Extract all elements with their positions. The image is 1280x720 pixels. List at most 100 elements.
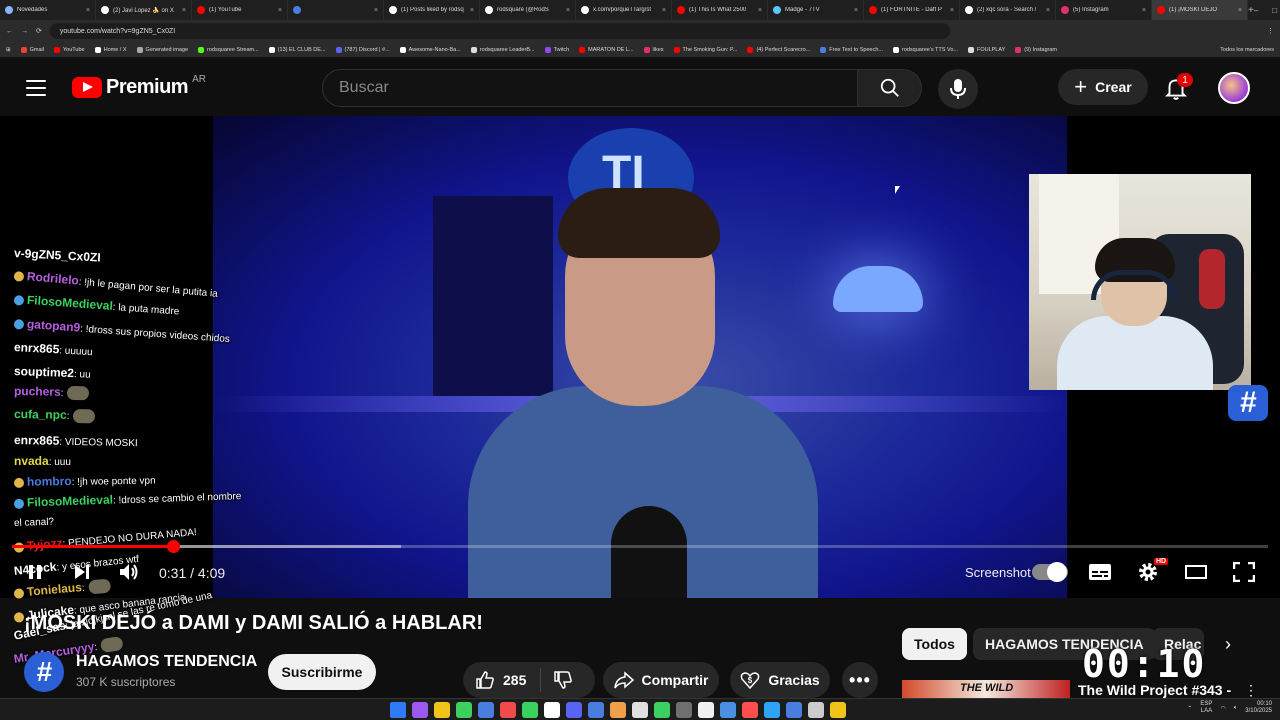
- tab-close-icon[interactable]: ×: [182, 7, 186, 14]
- dislike-button[interactable]: [541, 670, 573, 690]
- tab-close-icon[interactable]: ×: [470, 7, 474, 14]
- bookmark-item[interactable]: rodsquaree's TTS Vo...: [892, 46, 958, 53]
- related-video-title[interactable]: The Wild Project #343 -: [1078, 682, 1231, 698]
- taskbar-app-icon[interactable]: [830, 702, 846, 718]
- browser-tab[interactable]: (1) Posts liked by rodsq ×: [384, 0, 480, 20]
- tab-close-icon[interactable]: ×: [86, 7, 90, 14]
- minimize-icon[interactable]: –: [1254, 6, 1258, 15]
- related-video-thumbnail[interactable]: THE WILD: [902, 680, 1070, 698]
- bookmark-item[interactable]: (4) Perfect Scarecro...: [747, 46, 810, 53]
- screenshot-toggle[interactable]: [1032, 562, 1068, 582]
- tab-close-icon[interactable]: ×: [374, 7, 378, 14]
- bookmark-item[interactable]: Free Text to Speech...: [820, 46, 883, 53]
- search-button[interactable]: [858, 69, 922, 107]
- bookmark-item[interactable]: Twitch: [544, 46, 569, 53]
- channel-name[interactable]: HAGAMOS TENDENCIA: [76, 653, 257, 671]
- extensions-icon[interactable]: ⋮: [1267, 27, 1274, 35]
- taskbar-app-icon[interactable]: [588, 702, 604, 718]
- bookmark-item[interactable]: (13) EL CLUB DE...: [268, 46, 326, 53]
- taskbar-clock[interactable]: 00:10 3/10/2025: [1245, 701, 1272, 715]
- theater-mode-icon[interactable]: [1185, 564, 1207, 580]
- bookmark-item[interactable]: Home / X: [94, 46, 127, 53]
- taskbar-app-icon[interactable]: [478, 702, 494, 718]
- progress-scrubber[interactable]: [166, 540, 180, 553]
- channel-avatar[interactable]: #: [24, 652, 64, 692]
- forward-icon[interactable]: →: [21, 28, 28, 35]
- tab-close-icon[interactable]: ×: [1238, 7, 1242, 14]
- voice-search-button[interactable]: [938, 69, 978, 109]
- chip-todos[interactable]: Todos: [902, 628, 967, 660]
- bookmark-item[interactable]: (9) Instagram: [1015, 46, 1057, 53]
- taskbar-app-icon[interactable]: [764, 702, 780, 718]
- next-icon[interactable]: [72, 562, 92, 582]
- wifi-icon[interactable]: ◠: [1220, 705, 1225, 712]
- notifications-button[interactable]: 1: [1163, 73, 1193, 101]
- bookmark-item[interactable]: rodsquaree LeaderB...: [470, 46, 535, 53]
- volume-tray-icon[interactable]: 🔈︎: [1234, 705, 1238, 712]
- pause-icon[interactable]: [25, 562, 45, 582]
- bookmark-item[interactable]: FOULPLAY: [967, 46, 1005, 53]
- chip-next-chevron-icon[interactable]: ›: [1225, 634, 1231, 655]
- taskbar-app-icon[interactable]: [522, 702, 538, 718]
- taskbar-app-icon[interactable]: [698, 702, 714, 718]
- browser-tab[interactable]: rodsquare (@RodS ×: [480, 0, 576, 20]
- browser-tab[interactable]: Novedades ×: [0, 0, 96, 20]
- video-frame[interactable]: TI: [213, 116, 1067, 598]
- bookmark-item[interactable]: The Smoking Gun: P...: [673, 46, 737, 53]
- bookmark-item[interactable]: likes: [643, 46, 664, 53]
- taskbar-app-icon[interactable]: [632, 702, 648, 718]
- subscribe-button[interactable]: Suscribirme: [268, 654, 376, 690]
- browser-tab[interactable]: (5) Instagram ×: [1056, 0, 1152, 20]
- tab-close-icon[interactable]: ×: [278, 7, 282, 14]
- browser-tab[interactable]: ×: [288, 0, 384, 20]
- tab-close-icon[interactable]: ×: [662, 7, 666, 14]
- tab-close-icon[interactable]: ×: [1142, 7, 1146, 14]
- progress-bar[interactable]: [12, 540, 1268, 553]
- bookmark-item[interactable]: rodsquaree Stream...: [198, 46, 259, 53]
- tab-close-icon[interactable]: ×: [854, 7, 858, 14]
- bookmark-item[interactable]: Gmail: [20, 46, 44, 53]
- youtube-premium-logo[interactable]: Premium AR: [72, 74, 206, 99]
- taskbar-app-icon[interactable]: [412, 702, 428, 718]
- browser-tab[interactable]: (1) YouTube ×: [192, 0, 288, 20]
- browser-tab[interactable]: (2) Javi Lopez 🍌 on X ×: [96, 0, 192, 20]
- language-indicator[interactable]: ESP LAA: [1200, 701, 1212, 715]
- related-more-icon[interactable]: ⋮: [1244, 682, 1258, 699]
- tab-close-icon[interactable]: ×: [1046, 7, 1050, 14]
- bookmark-item[interactable]: YouTube: [53, 46, 85, 53]
- browser-tab[interactable]: (1) This Is What 2500 ×: [672, 0, 768, 20]
- like-button[interactable]: 285: [475, 668, 542, 692]
- bookmark-item[interactable]: MARATON DE L...: [579, 46, 634, 53]
- back-icon[interactable]: ←: [6, 28, 13, 35]
- taskbar-app-icon[interactable]: [786, 702, 802, 718]
- share-button[interactable]: Compartir: [603, 662, 719, 698]
- browser-tab[interactable]: (1) ¡MOSKI DEJÓ ×: [1152, 0, 1248, 20]
- tab-close-icon[interactable]: ×: [950, 7, 954, 14]
- maximize-icon[interactable]: □: [1272, 6, 1277, 15]
- taskbar-app-icon[interactable]: [500, 702, 516, 718]
- taskbar-app-icon[interactable]: [676, 702, 692, 718]
- menu-icon[interactable]: [26, 80, 46, 96]
- tab-close-icon[interactable]: ×: [566, 7, 570, 14]
- bookmark-item[interactable]: Awesome-Nano-Ba...: [399, 46, 461, 53]
- taskbar-app-icon[interactable]: [720, 702, 736, 718]
- subtitles-icon[interactable]: [1088, 562, 1112, 582]
- reload-icon[interactable]: ⟳: [36, 27, 42, 35]
- browser-tab[interactable]: x.com/porqueTTarg/st ×: [576, 0, 672, 20]
- create-button[interactable]: + Crear: [1058, 69, 1148, 105]
- taskbar-app-icon[interactable]: [566, 702, 582, 718]
- taskbar-app-icon[interactable]: [742, 702, 758, 718]
- taskbar-app-icon[interactable]: [544, 702, 560, 718]
- windows-start-icon[interactable]: [390, 702, 406, 718]
- bookmark-item[interactable]: Generated image: [136, 46, 188, 53]
- browser-tab[interactable]: Madge - 7TV ×: [768, 0, 864, 20]
- thanks-button[interactable]: $ Gracias: [730, 662, 830, 698]
- taskbar-app-icon[interactable]: [434, 702, 450, 718]
- tray-chevron-icon[interactable]: ⌃: [1187, 705, 1192, 712]
- browser-tab[interactable]: (2) xqc sora - Search / ×: [960, 0, 1056, 20]
- browser-tab[interactable]: (1) FORTNITE - Daft P ×: [864, 0, 960, 20]
- search-input[interactable]: [322, 69, 858, 107]
- taskbar-app-icon[interactable]: [456, 702, 472, 718]
- url-field[interactable]: youtube.com/watch?v=9gZN5_Cx0ZI: [49, 23, 950, 39]
- taskbar-app-icon[interactable]: [808, 702, 824, 718]
